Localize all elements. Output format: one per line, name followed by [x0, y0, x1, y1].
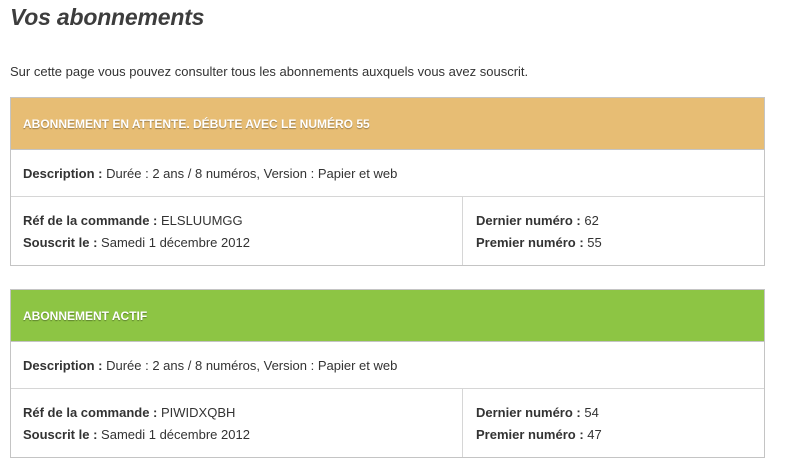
last-issue-value: 62 — [584, 213, 599, 228]
last-issue-label: Dernier numéro : — [476, 213, 581, 228]
subscription-description: Description : Durée : 2 ans / 8 numéros,… — [11, 150, 764, 197]
subscription-card: ABONNEMENT ACTIF Description : Durée : 2… — [10, 289, 765, 458]
page-intro: Sur cette page vous pouvez consulter tou… — [10, 64, 529, 79]
first-issue-value: 55 — [587, 235, 602, 250]
subscribed-date-value: Samedi 1 décembre 2012 — [101, 427, 250, 442]
order-ref-label: Réf de la commande : — [23, 405, 158, 420]
description-value: Durée : 2 ans / 8 numéros, Version : Pap… — [106, 165, 398, 181]
description-label: Description : — [23, 165, 103, 181]
order-ref-value: PIWIDXQBH — [161, 405, 236, 420]
first-issue-label: Premier numéro : — [476, 235, 584, 250]
order-info: Réf de la commande : ELSLUUMGG Souscrit … — [11, 197, 463, 265]
last-issue-label: Dernier numéro : — [476, 405, 581, 420]
subscribed-date-value: Samedi 1 décembre 2012 — [101, 235, 250, 250]
subscription-card: ABONNEMENT EN ATTENTE. DÉBUTE AVEC LE NU… — [10, 97, 765, 266]
description-value: Durée : 2 ans / 8 numéros, Version : Pap… — [106, 357, 398, 373]
subscribed-date-label: Souscrit le : — [23, 427, 98, 442]
last-issue-value: 54 — [584, 405, 599, 420]
order-info: Réf de la commande : PIWIDXQBH Souscrit … — [11, 389, 463, 457]
subscribed-date-label: Souscrit le : — [23, 235, 98, 250]
order-ref-label: Réf de la commande : — [23, 213, 158, 228]
page-title: Vos abonnements — [10, 4, 205, 30]
first-issue-label: Premier numéro : — [476, 427, 584, 442]
subscription-description: Description : Durée : 2 ans / 8 numéros,… — [11, 342, 764, 389]
issue-info: Dernier numéro : 62 Premier numéro : 55 — [463, 197, 764, 265]
subscription-details: Réf de la commande : PIWIDXQBH Souscrit … — [11, 389, 764, 457]
subscription-details: Réf de la commande : ELSLUUMGG Souscrit … — [11, 197, 764, 265]
order-ref-value: ELSLUUMGG — [161, 213, 243, 228]
subscription-status-header: ABONNEMENT EN ATTENTE. DÉBUTE AVEC LE NU… — [11, 98, 764, 150]
first-issue-value: 47 — [587, 427, 602, 442]
issue-info: Dernier numéro : 54 Premier numéro : 47 — [463, 389, 764, 457]
description-label: Description : — [23, 357, 103, 373]
subscription-status-header: ABONNEMENT ACTIF — [11, 290, 764, 342]
